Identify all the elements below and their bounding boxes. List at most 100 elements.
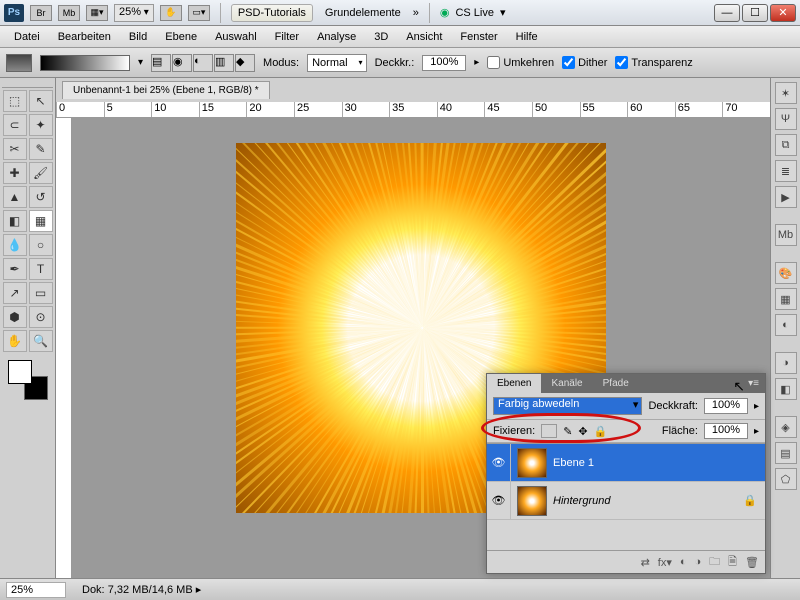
dither-checkbox[interactable]: Dither [562,56,607,69]
gradient-angle-icon[interactable]: ◐ [193,54,213,72]
path-tool-icon[interactable]: ↗ [3,282,27,304]
minibridge-panel-icon[interactable]: Mb [775,224,797,246]
heal-tool-icon[interactable]: ✚ [3,162,27,184]
lock-brush-icon[interactable]: ✎ [563,425,572,438]
blend-mode-dropdown[interactable]: Normal [307,54,366,72]
workspace-tab-tutorials[interactable]: PSD-Tutorials [231,4,313,22]
shape-tool-icon[interactable]: ▭ [29,282,53,304]
cslive-label[interactable]: CS Live [455,7,494,19]
menu-filter[interactable]: Filter [267,28,307,46]
gradient-tool-icon[interactable]: ▦ [29,210,53,232]
zoom-tool-icon[interactable]: 🔍 [29,330,53,352]
zoom-dropdown[interactable]: 25% ▾ [114,4,154,22]
menu-ansicht[interactable]: Ansicht [398,28,450,46]
visibility-icon[interactable]: 👁 [487,482,511,519]
layer-name[interactable]: Hintergrund [553,495,735,507]
stamp-tool-icon[interactable]: ▲ [3,186,27,208]
paths-dock-icon[interactable]: ⬠ [775,468,797,490]
minibridge-badge[interactable]: Mb [58,5,80,21]
menu-bearbeiten[interactable]: Bearbeiten [50,28,119,46]
lock-transparency-icon[interactable] [541,424,557,438]
move-tool-icon[interactable]: ⬚ [3,90,27,112]
gradient-reflected-icon[interactable]: ▥ [214,54,234,72]
brush-tool-icon[interactable]: 🖌 [29,162,53,184]
layer-item[interactable]: 👁 Hintergrund 🔒 [487,482,765,520]
foreground-color[interactable] [8,360,32,384]
minimize-button[interactable]: — [714,4,740,22]
tab-channels[interactable]: Kanäle [541,374,592,393]
gradient-diamond-icon[interactable]: ◆ [235,54,255,72]
toolbox-grip[interactable] [2,80,53,88]
blur-tool-icon[interactable]: 💧 [3,234,27,256]
maximize-button[interactable]: ☐ [742,4,768,22]
camera-tool-icon[interactable]: ⊙ [29,306,53,328]
brushpreset-panel-icon[interactable]: Ψ [775,108,797,130]
lock-all-icon[interactable]: 🔒 [594,425,608,438]
eraser-tool-icon[interactable]: ◧ [3,210,27,232]
masks-panel-icon[interactable]: ◧ [775,378,797,400]
layers-dock-icon[interactable]: ◈ [775,416,797,438]
wand-tool-icon[interactable]: ✦ [29,114,53,136]
workspace-tab-grundelemente[interactable]: Grundelemente [319,5,407,21]
history-panel-icon[interactable]: ≣ [775,160,797,182]
dodge-tool-icon[interactable]: ○ [29,234,53,256]
tab-paths[interactable]: Pfade [593,374,639,393]
fx-icon[interactable]: fx▾ [658,556,672,569]
tab-layers[interactable]: Ebenen [487,374,541,393]
channels-dock-icon[interactable]: ▤ [775,442,797,464]
filmstrip-icon[interactable]: ▦▾ [86,5,108,21]
type-tool-icon[interactable]: T [29,258,53,280]
history-brush-icon[interactable]: ↺ [29,186,53,208]
close-button[interactable]: ✕ [770,4,796,22]
menu-ebene[interactable]: Ebene [157,28,205,46]
hand-icon[interactable]: ✋ [160,5,182,21]
delete-layer-icon[interactable]: 🗑 [745,556,759,569]
menu-analyse[interactable]: Analyse [309,28,364,46]
doc-info[interactable]: Dok: 7,32 MB/14,6 MB ▸ [82,583,201,596]
bridge-badge[interactable]: Br [30,5,52,21]
pen-tool-icon[interactable]: ✒ [3,258,27,280]
menu-hilfe[interactable]: Hilfe [508,28,546,46]
link-layers-icon[interactable]: ⇄ [641,556,650,569]
gradient-preview[interactable] [40,55,130,71]
color-swatches[interactable] [8,360,48,400]
layer-blendmode-dropdown[interactable]: Farbig abwedeln [493,397,642,415]
zoom-field[interactable]: 25% [6,582,66,598]
screen-mode-icon[interactable]: ▭▾ [188,5,210,21]
tool-preset[interactable] [6,54,32,72]
swatches-panel-icon[interactable]: ▦ [775,288,797,310]
marquee-tool-icon[interactable]: ↖ [29,90,53,112]
new-layer-icon[interactable]: 🗎 [728,553,737,572]
crop-tool-icon[interactable]: ✂ [3,138,27,160]
layer-thumbnail[interactable] [517,448,547,478]
reverse-checkbox[interactable]: Umkehren [487,56,554,69]
menu-bild[interactable]: Bild [121,28,155,46]
eyedropper-tool-icon[interactable]: ✎ [29,138,53,160]
document-tab[interactable]: Unbenannt-1 bei 25% (Ebene 1, RGB/8) * [62,81,270,99]
mask-icon[interactable]: ◐ [680,556,687,568]
lasso-tool-icon[interactable]: ⊂ [3,114,27,136]
opacity-field[interactable]: 100% [422,55,466,71]
menu-auswahl[interactable]: Auswahl [207,28,265,46]
fill-field[interactable]: 100% [704,423,748,439]
adjustments-panel-icon[interactable]: ◑ [775,352,797,374]
lock-move-icon[interactable]: ✥ [578,425,587,438]
gradient-linear-icon[interactable]: ▤ [151,54,171,72]
menu-3d[interactable]: 3D [366,28,396,46]
group-icon[interactable]: 🗀 [709,553,720,572]
layer-opacity-field[interactable]: 100% [704,398,748,414]
menu-fenster[interactable]: Fenster [452,28,505,46]
color-panel-icon[interactable]: 🎨 [775,262,797,284]
adjustment-icon[interactable]: ◑ [695,556,702,568]
transparency-checkbox[interactable]: Transparenz [615,56,692,69]
layer-name[interactable]: Ebene 1 [553,457,765,469]
clone-panel-icon[interactable]: ⧉ [775,134,797,156]
panel-menu-icon[interactable]: ▾≡ [738,374,765,393]
3d-tool-icon[interactable]: ⬢ [3,306,27,328]
menu-datei[interactable]: Datei [6,28,48,46]
brush-panel-icon[interactable]: ✶ [775,82,797,104]
layer-thumbnail[interactable] [517,486,547,516]
visibility-icon[interactable]: 👁 [487,444,511,481]
gradient-radial-icon[interactable]: ◉ [172,54,192,72]
layer-item[interactable]: 👁 Ebene 1 [487,444,765,482]
